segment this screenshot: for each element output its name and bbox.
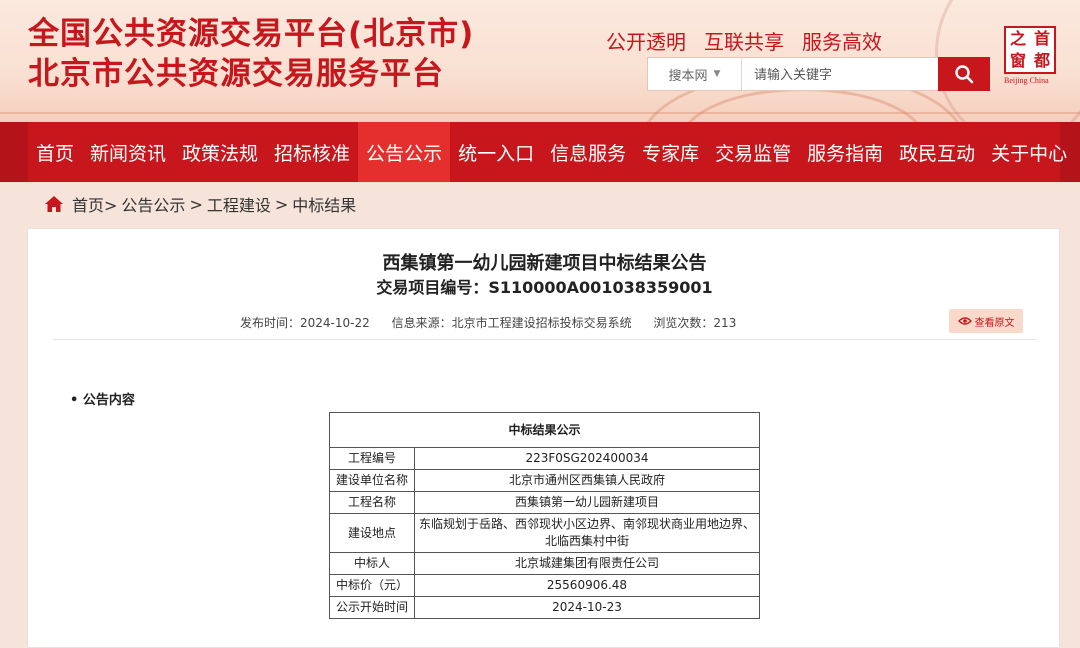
table-row: 工程名称 西集镇第一幼儿园新建项目 [329,491,760,514]
search-scope-select[interactable]: 搜本网 ▼ [648,58,742,90]
nav-item-about[interactable]: 关于中心 [983,122,1075,182]
row-value: 东临规划于岳路、西邻现状小区边界、南邻现状商业用地边界、北临西集村中街 [414,513,760,553]
search-box: 搜本网 ▼ [647,57,990,91]
nav-item-announcements[interactable]: 公告公示 [358,122,451,182]
row-key: 中标人 [329,552,415,575]
row-key: 工程编号 [329,447,415,470]
breadcrumb: 首页> 公告公示 > 工程建设 > 中标结果 [44,192,356,216]
logo-char: 之 [1009,29,1026,48]
main-nav: 首页 新闻资讯 政策法规 招标核准 公告公示 统一入口 信息服务 专家库 交易监… [28,122,1067,182]
breadcrumb-current: 中标结果 [292,196,357,215]
row-key: 建设地点 [329,513,415,553]
nav-item-service-guide[interactable]: 服务指南 [799,122,891,182]
nav-item-expert-db[interactable]: 专家库 [634,122,707,182]
breadcrumb-home[interactable]: 首页> [72,192,117,216]
table-caption-row: 中标结果公示 [329,412,760,448]
breadcrumb-separator: > [189,194,203,214]
logo-char: 首 [1033,29,1050,48]
home-icon [45,196,63,212]
nav-item-tender-approval[interactable]: 招标核准 [266,122,358,182]
row-value: 北京市通州区西集镇人民政府 [414,469,760,492]
view-original-label: 查看原文 [974,317,1015,329]
article-meta: 发布时间：2024-10-22 信息来源：北京市工程建设招标投标交易系统 浏览次… [240,314,754,331]
logo-char: 都 [1033,51,1050,70]
row-key: 中标价（元） [329,574,415,597]
row-value: 西集镇第一幼儿园新建项目 [414,491,760,514]
search-scope-label: 搜本网 [668,68,708,84]
logo-mark: 之 首 窗 都 [1004,26,1056,74]
project-code: 交易项目编号：S110000A001038359001 [376,278,713,297]
table-row: 中标人 北京城建集团有限责任公司 [329,552,760,575]
site-title-line1[interactable]: 全国公共资源交易平台(北京市) [28,8,474,53]
table-row: 工程编号 223F0SG202400034 [329,447,760,470]
table-row: 中标价（元） 25560906.48 [329,574,760,597]
slogan-transparency: 公开透明 [606,30,686,54]
row-key: 建设单位名称 [329,469,415,492]
nav-ribbon-left [0,122,28,182]
divider [53,339,1036,340]
nav-item-unified-entry[interactable]: 统一入口 [450,122,542,182]
nav-item-news[interactable]: 新闻资讯 [82,122,174,182]
breadcrumb-separator: > [274,194,289,214]
row-value: 2024-10-23 [414,596,760,619]
nav-item-policy[interactable]: 政策法规 [174,122,266,182]
slogan-efficiency: 服务高效 [802,30,882,54]
nav-item-home[interactable]: 首页 [28,122,82,182]
view-count: 浏览次数：213 [653,316,737,330]
article-card: 西集镇第一幼儿园新建项目中标结果公告 交易项目编号：S110000A001038… [27,228,1060,648]
site-header: 全国公共资源交易平台(北京市) 北京市公共资源交易服务平台 公开透明 互联共享 服务… [0,0,1080,122]
article-title: 西集镇第一幼儿园新建项目中标结果公告 [382,253,707,274]
site-title-line2[interactable]: 北京市公共资源交易服务平台 [28,48,444,93]
nav-item-supervision[interactable]: 交易监管 [707,122,799,182]
row-value: 25560906.48 [414,574,760,597]
table-row: 公示开始时间 2024-10-23 [329,596,760,619]
nav-item-interaction[interactable]: 政民互动 [891,122,983,182]
main-nav-wrapper: 首页 新闻资讯 政策法规 招标核准 公告公示 统一入口 信息服务 专家库 交易监… [0,122,1080,182]
breadcrumb-announcements[interactable]: 公告公示 [121,192,185,216]
logo-char: 窗 [1009,51,1026,70]
search-icon [955,65,974,84]
view-original-button[interactable]: 查看原文 [949,309,1023,333]
row-key: 工程名称 [329,491,415,514]
table-row: 建设地点 东临规划于岳路、西邻现状小区边界、南邻现状商业用地边界、北临西集村中街 [329,513,760,553]
table-row: 建设单位名称 北京市通州区西集镇人民政府 [329,469,760,492]
logo-english: Beijing China [1004,76,1049,85]
eye-icon [957,317,972,325]
search-input[interactable] [752,62,936,88]
row-key: 公示开始时间 [329,596,415,619]
table-caption: 中标结果公示 [329,412,760,448]
info-source: 信息来源：北京市工程建设招标投标交易系统 [391,316,632,330]
nav-item-info-service[interactable]: 信息服务 [542,122,634,182]
search-button[interactable] [938,57,990,91]
chevron-down-icon: ▼ [713,69,721,79]
decor-line [0,112,1080,114]
breadcrumb-engineering[interactable]: 工程建设 [207,192,271,216]
capital-window-logo[interactable]: 之 首 窗 都 Beijing China [1004,26,1060,90]
row-value: 北京城建集团有限责任公司 [414,552,760,575]
slogans: 公开透明 互联共享 服务高效 [606,26,900,55]
section-title: • 公告内容 [70,393,135,408]
slogan-sharing: 互联共享 [704,30,784,54]
result-table: 中标结果公示 工程编号 223F0SG202400034 建设单位名称 北京市通… [329,412,760,619]
publish-time: 发布时间：2024-10-22 [240,316,370,330]
row-value: 223F0SG202400034 [414,447,760,470]
